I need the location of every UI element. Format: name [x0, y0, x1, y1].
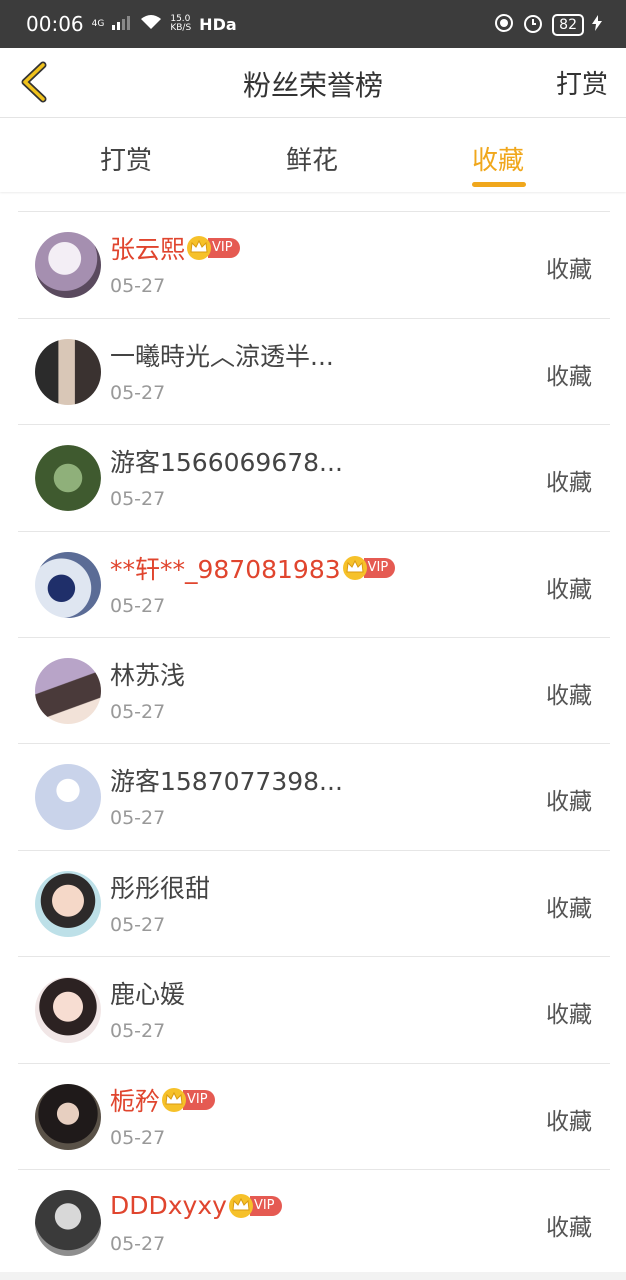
action-label: 收藏 — [546, 470, 592, 497]
vip-badge: VIP — [363, 557, 396, 578]
tab-flowers[interactable]: 鲜花 — [286, 140, 338, 177]
name-line: 一曦時光︿涼透半... — [110, 339, 334, 371]
status-time: 00:06 — [26, 12, 84, 36]
user-name[interactable]: 游客1566069678... — [110, 443, 343, 479]
avatar[interactable] — [35, 657, 101, 724]
name-line: **轩**_987081983 VIP — [110, 550, 396, 586]
date-label: 05-27 — [110, 381, 166, 404]
name-line: 游客1566069678... — [110, 445, 343, 477]
fan-list-inner: 05-27收藏张云熙VIP05-27收藏一曦時光︿涼透半...05-27收藏游客… — [0, 192, 626, 1277]
vip-badge: VIP — [208, 238, 240, 259]
action-label: 收藏 — [546, 682, 592, 709]
date-label: 05-27 — [110, 594, 166, 617]
crown-icon — [228, 1193, 253, 1218]
name-line: 彤彤很甜 — [110, 871, 210, 903]
date-label: 05-27 — [110, 1126, 166, 1149]
user-name[interactable]: 彤彤很甜 — [110, 869, 210, 905]
user-name[interactable]: 张云熙 — [110, 230, 185, 266]
avatar[interactable] — [35, 445, 101, 512]
signal-icon — [112, 14, 132, 34]
user-name[interactable]: 游客1587077398... — [110, 762, 343, 798]
crown-icon — [342, 555, 367, 580]
list-item[interactable]: **轩**_987081983 VIP 05-27 收藏 — [0, 532, 626, 639]
user-name[interactable]: 一曦時光︿涼透半... — [110, 337, 334, 373]
hd-indicator: HDa — [199, 14, 237, 34]
date-label: 05-27 — [110, 488, 166, 511]
charging-icon — [592, 15, 602, 35]
date-label: 05-27 — [110, 275, 166, 298]
list-item[interactable]: DDDxyxy VIP 05-27 收藏 — [0, 1170, 626, 1277]
vip-badge: VIP — [249, 1195, 282, 1216]
date-label: 05-27 — [110, 700, 166, 723]
avatar[interactable] — [35, 1189, 101, 1256]
active-tab-indicator — [472, 182, 526, 187]
user-name[interactable]: 鹿心媛 — [110, 975, 185, 1011]
tip-button[interactable]: 打赏 — [556, 64, 608, 101]
status-right: 82 — [494, 12, 602, 38]
action-label: 收藏 — [546, 576, 592, 603]
name-line: 鹿心媛 — [110, 977, 185, 1009]
action-label: 收藏 — [546, 789, 592, 816]
user-name[interactable]: 栀矜 — [110, 1082, 160, 1118]
avatar[interactable] — [35, 1083, 101, 1150]
status-left: 00:06 4G 15.0 KB/S HDa — [26, 12, 237, 36]
action-label: 收藏 — [546, 257, 592, 284]
list-item[interactable]: 游客1587077398... 05-27 收藏 — [0, 744, 626, 852]
list-item[interactable]: 鹿心媛 05-27 收藏 — [0, 957, 626, 1064]
list-item[interactable]: 一曦時光︿涼透半... 05-27 收藏 — [0, 319, 626, 426]
network-type: 4G — [91, 18, 105, 29]
avatar[interactable] — [35, 764, 101, 831]
name-line: 栀矜 VIP — [110, 1084, 215, 1116]
net-speed: 15.0 KB/S — [170, 15, 191, 33]
page-title: 粉丝荣誉榜 — [242, 69, 383, 102]
list-item[interactable]: 彤彤很甜 05-27 收藏 — [0, 851, 626, 958]
avatar[interactable] — [35, 551, 101, 618]
action-label: 收藏 — [546, 1108, 592, 1135]
vip-badge: VIP — [183, 1089, 215, 1110]
action-label: 收藏 — [546, 363, 592, 390]
record-icon — [494, 13, 514, 37]
list-item[interactable]: 张云熙 VIP 05-27 收藏 — [0, 212, 626, 320]
network-indicator: 4G — [91, 18, 105, 29]
wifi-icon — [140, 14, 162, 34]
status-bar: 00:06 4G 15.0 KB/S HDa 82 — [0, 0, 626, 48]
battery-indicator: 82 — [552, 14, 584, 36]
date-label: 05-27 — [110, 1232, 166, 1255]
tab-favorites[interactable]: 收藏 — [472, 140, 524, 177]
alarm-icon — [522, 12, 544, 38]
user-name[interactable]: **轩**_987081983 — [110, 550, 341, 586]
list-item[interactable]: 游客1566069678... 05-27 收藏 — [0, 425, 626, 532]
list-item[interactable]: 栀矜 VIP 05-27 收藏 — [0, 1064, 626, 1171]
user-name[interactable]: 林苏浅 — [110, 656, 185, 692]
name-line: 游客1587077398... — [110, 764, 343, 796]
bottom-edge — [0, 1272, 626, 1280]
list-item[interactable]: 林苏浅 05-27 收藏 — [0, 638, 626, 745]
date-label: 05-27 — [110, 1020, 166, 1043]
name-line: 林苏浅 — [110, 658, 185, 690]
tab-bar: 打赏 鲜花 收藏 — [0, 118, 626, 192]
fan-list[interactable]: 05-27收藏张云熙VIP05-27收藏一曦時光︿涼透半...05-27收藏游客… — [0, 192, 626, 1280]
avatar[interactable] — [35, 870, 101, 937]
list-item[interactable]: 05-27收藏 — [0, 192, 626, 213]
action-label: 收藏 — [546, 895, 592, 922]
action-label: 收藏 — [546, 1002, 592, 1029]
name-line: 张云熙 VIP — [110, 232, 240, 264]
user-name[interactable]: DDDxyxy — [110, 1191, 227, 1220]
crown-icon — [162, 1087, 187, 1112]
tab-tip[interactable]: 打赏 — [100, 140, 152, 177]
avatar[interactable] — [35, 232, 101, 299]
date-label: 05-27 — [110, 807, 166, 830]
name-line: DDDxyxy VIP — [110, 1190, 282, 1222]
avatar[interactable] — [35, 338, 101, 405]
date-label: 05-27 — [110, 913, 166, 936]
top-bar: 粉丝荣誉榜 打赏 — [0, 48, 626, 118]
avatar[interactable] — [35, 977, 101, 1044]
net-speed-unit: KB/S — [170, 23, 192, 33]
action-label: 收藏 — [546, 1214, 592, 1241]
